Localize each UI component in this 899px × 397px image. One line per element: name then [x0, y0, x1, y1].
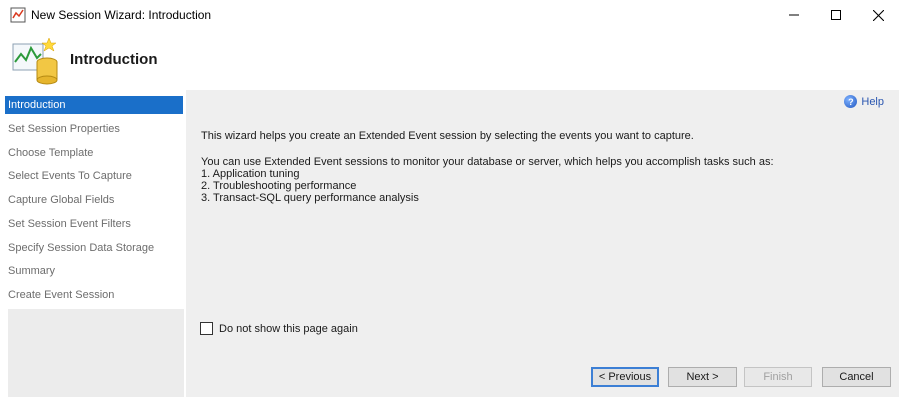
task-item: 1. Application tuning: [201, 168, 300, 180]
cancel-button[interactable]: Cancel: [822, 367, 891, 387]
window-title: New Session Wizard: Introduction: [31, 8, 212, 22]
previous-button[interactable]: < Previous: [591, 367, 659, 387]
step-create-event-session[interactable]: Create Event Session: [0, 286, 182, 304]
finish-button[interactable]: Finish: [744, 367, 812, 387]
task-item: 3. Transact-SQL query performance analys…: [201, 192, 419, 204]
wizard-chart-database-icon: [12, 37, 58, 85]
maximize-icon: [831, 10, 841, 20]
step-capture-global-fields[interactable]: Capture Global Fields: [0, 191, 182, 209]
step-set-event-filters[interactable]: Set Session Event Filters: [0, 215, 182, 233]
minimize-button[interactable]: [771, 0, 817, 30]
help-icon: ?: [844, 95, 858, 108]
dont-show-again-label[interactable]: Do not show this page again: [219, 323, 358, 335]
step-set-session-properties[interactable]: Set Session Properties: [0, 120, 182, 138]
step-introduction[interactable]: Introduction: [5, 96, 183, 114]
minimize-icon: [789, 14, 799, 16]
step-summary[interactable]: Summary: [0, 262, 182, 280]
page-title: Introduction: [70, 51, 158, 68]
step-data-storage[interactable]: Specify Session Data Storage: [0, 239, 182, 257]
dont-show-again-checkbox[interactable]: [200, 322, 213, 335]
close-button[interactable]: [855, 0, 899, 30]
wizard-steps-sidebar: Introduction Set Session Properties Choo…: [0, 90, 184, 397]
description-text: You can use Extended Event sessions to m…: [201, 156, 774, 168]
title-bar: New Session Wizard: Introduction: [0, 0, 899, 30]
steps-list: Introduction Set Session Properties Choo…: [0, 90, 184, 308]
help-link[interactable]: ? Help: [844, 95, 884, 108]
intro-text: This wizard helps you create an Extended…: [201, 130, 694, 142]
help-label: Help: [861, 95, 884, 108]
description-block: You can use Extended Event sessions to m…: [201, 156, 774, 204]
step-choose-template[interactable]: Choose Template: [0, 144, 182, 162]
close-icon: [872, 9, 884, 21]
next-button[interactable]: Next >: [668, 367, 737, 387]
sidebar-footer-area: [8, 309, 184, 397]
step-select-events[interactable]: Select Events To Capture: [0, 167, 182, 185]
maximize-button[interactable]: [813, 0, 859, 30]
dont-show-again-row[interactable]: Do not show this page again: [200, 322, 358, 335]
main-panel: ? Help This wizard helps you create an E…: [186, 90, 899, 397]
app-icon: [10, 7, 26, 23]
task-item: 2. Troubleshooting performance: [201, 180, 357, 192]
wizard-header: Introduction: [0, 30, 899, 90]
